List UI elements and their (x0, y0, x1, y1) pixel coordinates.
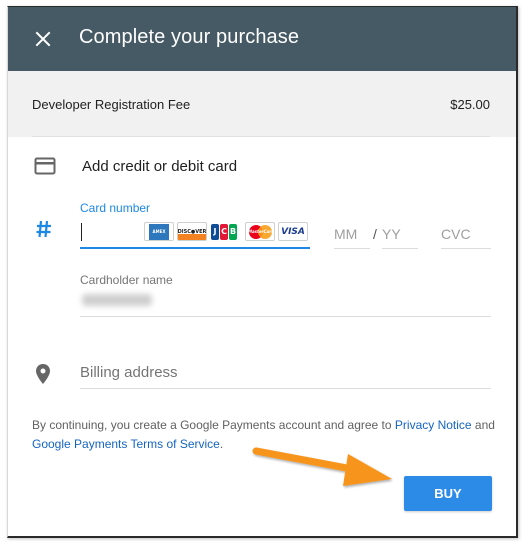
amex-logo-icon: AMEX (144, 222, 174, 241)
cardholder-name-label: Cardholder name (80, 273, 173, 287)
billing-address-input[interactable]: Billing address (80, 359, 491, 389)
buy-button[interactable]: BUY (404, 476, 492, 511)
text-caret (81, 223, 82, 241)
divider (32, 136, 490, 137)
jcb-logo-icon: JCB (210, 222, 238, 241)
cardholder-name-input[interactable] (50, 285, 491, 317)
discover-logo-icon: DISC●VER (177, 222, 207, 241)
expiry-month-input[interactable]: MM (334, 219, 370, 249)
credit-card-icon (34, 157, 56, 175)
hash-icon (36, 220, 51, 238)
card-brand-logos: AMEX DISC●VER JCB MasterCard VISA (144, 222, 308, 241)
close-button[interactable] (30, 26, 56, 52)
dialog-header: Complete your purchase (8, 7, 516, 71)
card-number-label: Card number (80, 201, 151, 215)
order-amount: $25.00 (450, 97, 490, 112)
terms-text-after: . (219, 437, 224, 451)
mastercard-logo-icon: MasterCard (245, 222, 275, 241)
add-card-title: Add credit or debit card (82, 158, 238, 175)
terms-text-before: By continuing, you create a Google Payme… (32, 418, 395, 432)
dialog-title: Complete your purchase (79, 26, 300, 48)
location-pin-icon (36, 364, 50, 384)
order-summary-row: Developer Registration Fee $25.00 (8, 71, 516, 137)
close-icon (35, 31, 51, 47)
card-number-input[interactable]: AMEX DISC●VER JCB MasterCard VISA (80, 219, 310, 249)
cvc-input[interactable]: CVC (441, 219, 491, 249)
annotation-arrow-icon (252, 447, 392, 486)
visa-logo-icon: VISA (278, 222, 308, 241)
cardholder-name-value-blurred (82, 294, 152, 306)
terms-text-middle: and (471, 418, 495, 432)
terms-of-service-link[interactable]: Google Payments Terms of Service (32, 437, 220, 451)
order-item-label: Developer Registration Fee (32, 97, 191, 112)
expiry-separator: / (373, 226, 377, 242)
privacy-notice-link[interactable]: Privacy Notice (395, 418, 472, 432)
expiry-year-input[interactable]: YY (382, 219, 418, 249)
